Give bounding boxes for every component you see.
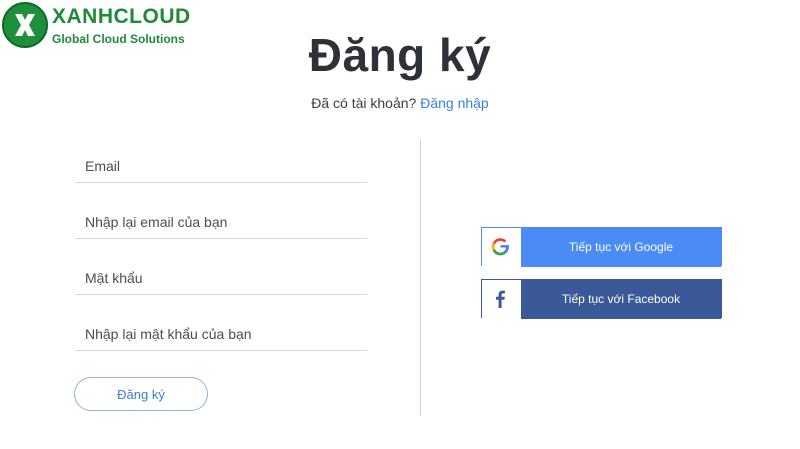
confirm-password-field[interactable] [75, 317, 367, 351]
google-g-icon [482, 228, 521, 267]
logo-name: XANHCLOUD [52, 5, 191, 28]
login-link[interactable]: Đăng nhập [420, 95, 489, 111]
google-signup-button[interactable]: Tiếp tục với Google [481, 227, 722, 267]
google-signup-label: Tiếp tục với Google [521, 228, 721, 267]
confirm-email-field[interactable] [75, 205, 367, 239]
login-prompt: Đã có tài khoản? Đăng nhập [0, 95, 800, 111]
signup-button[interactable]: Đăng ký [74, 377, 208, 411]
page-title: Đăng ký [308, 29, 492, 81]
has-account-text: Đã có tài khoản? [311, 95, 417, 111]
facebook-signup-button[interactable]: Tiếp tục với Facebook [481, 279, 722, 319]
facebook-f-icon [482, 280, 521, 319]
facebook-signup-label: Tiếp tục với Facebook [521, 280, 721, 319]
vertical-divider [420, 140, 421, 416]
password-field[interactable] [75, 261, 367, 295]
email-field[interactable] [75, 149, 367, 183]
